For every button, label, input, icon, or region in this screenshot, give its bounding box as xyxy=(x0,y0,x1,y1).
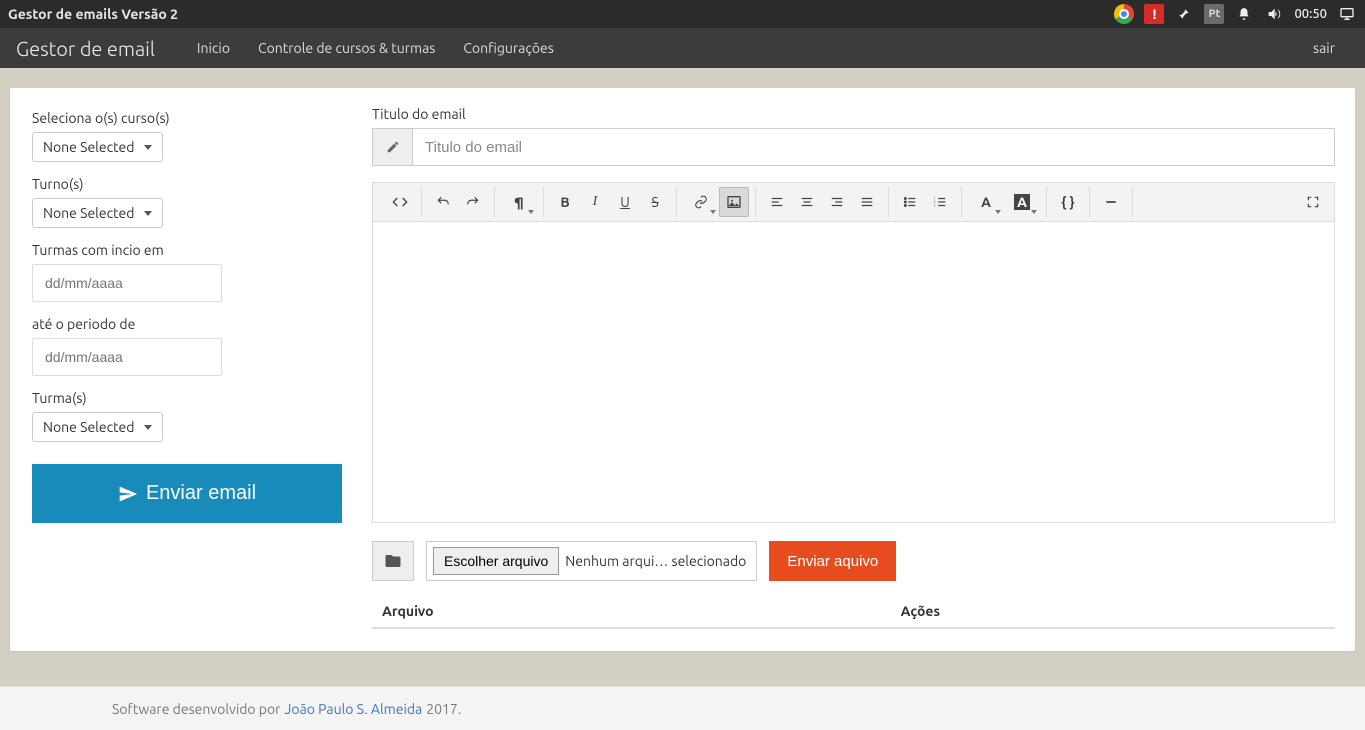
file-status: Nenhum arqui… selecionado xyxy=(565,553,746,569)
choose-file-button[interactable]: Escolher arquivo xyxy=(433,547,559,575)
strikethrough-icon[interactable]: S xyxy=(640,187,670,217)
select-cursos-value: None Selected xyxy=(43,139,134,155)
unordered-list-icon[interactable] xyxy=(895,187,925,217)
label-turmas: Turma(s) xyxy=(32,390,342,406)
editor-toolbar: ¶ B I U S xyxy=(373,183,1334,222)
align-justify-icon[interactable] xyxy=(852,187,882,217)
select-cursos[interactable]: None Selected xyxy=(32,132,163,162)
app-navbar: Gestor de email Inicio Controle de curso… xyxy=(0,28,1365,68)
footer-author-link[interactable]: João Paulo S. Almeida xyxy=(285,701,423,717)
svg-text:3: 3 xyxy=(934,204,936,208)
pin-icon[interactable] xyxy=(1174,4,1194,24)
os-top-bar: Gestor de emails Versão 2 ! Pt 00:50 xyxy=(0,0,1365,28)
chevron-down-icon xyxy=(144,211,152,216)
title-label: Titulo do email xyxy=(372,106,1335,122)
footer-prefix: Software desenvolvido por xyxy=(112,701,281,717)
nav-inicio[interactable]: Inicio xyxy=(183,28,244,68)
file-chooser[interactable]: Escolher arquivo Nenhum arqui… seleciona… xyxy=(426,541,757,581)
workspace: Seleciona o(s) curso(s) None Selected Tu… xyxy=(0,68,1365,671)
alert-icon[interactable]: ! xyxy=(1144,4,1164,24)
brand[interactable]: Gestor de email xyxy=(16,37,155,60)
ordered-list-icon[interactable]: 123 xyxy=(925,187,955,217)
email-title-input[interactable] xyxy=(412,128,1335,166)
redo-icon[interactable] xyxy=(458,187,488,217)
nav-logout[interactable]: sair xyxy=(1299,28,1349,68)
send-email-label: Enviar email xyxy=(146,482,256,505)
chrome-icon[interactable] xyxy=(1114,4,1134,24)
text-color-icon[interactable]: A xyxy=(968,187,1004,217)
footer-suffix: 2017. xyxy=(426,701,461,717)
bold-icon[interactable]: B xyxy=(550,187,580,217)
paragraph-format-icon[interactable]: ¶ xyxy=(501,187,537,217)
horizontal-rule-icon[interactable] xyxy=(1096,187,1126,217)
folder-icon xyxy=(372,541,414,581)
pencil-icon xyxy=(372,128,412,166)
bell-icon[interactable] xyxy=(1234,4,1254,24)
label-ate: até o periodo de xyxy=(32,316,342,332)
chevron-down-icon xyxy=(144,425,152,430)
paper-plane-icon xyxy=(118,484,138,504)
col-arquivo: Arquivo xyxy=(382,603,901,619)
italic-icon[interactable]: I xyxy=(580,187,610,217)
label-inicio-em: Turmas com incio em xyxy=(32,242,342,258)
footer: Software desenvolvido por João Paulo S. … xyxy=(0,686,1365,730)
volume-icon[interactable] xyxy=(1264,4,1284,24)
code-view-icon[interactable] xyxy=(385,187,415,217)
date-end-input[interactable] xyxy=(32,338,222,376)
image-icon[interactable] xyxy=(719,187,749,217)
editor-body[interactable] xyxy=(373,222,1334,522)
upload-file-button[interactable]: Enviar aquivo xyxy=(769,541,896,581)
label-cursos: Seleciona o(s) curso(s) xyxy=(32,110,342,126)
clock: 00:50 xyxy=(1294,7,1327,21)
editor-column: Titulo do email ¶ xyxy=(372,106,1335,629)
attachments-table: Arquivo Ações xyxy=(372,595,1335,629)
file-upload-row: Escolher arquivo Nenhum arqui… seleciona… xyxy=(372,541,1335,581)
undo-icon[interactable] xyxy=(428,187,458,217)
label-turnos: Turno(s) xyxy=(32,176,342,192)
system-tray: ! Pt 00:50 xyxy=(1114,4,1357,24)
rich-text-editor: ¶ B I U S xyxy=(372,182,1335,523)
language-indicator[interactable]: Pt xyxy=(1204,4,1224,24)
select-turnos[interactable]: None Selected xyxy=(32,198,163,228)
window-title: Gestor de emails Versão 2 xyxy=(8,6,178,22)
link-icon[interactable] xyxy=(683,187,719,217)
underline-icon[interactable]: U xyxy=(610,187,640,217)
align-left-icon[interactable] xyxy=(762,187,792,217)
monitor-icon[interactable] xyxy=(1337,4,1357,24)
code-block-icon[interactable]: { } xyxy=(1053,187,1083,217)
send-email-button[interactable]: Enviar email xyxy=(32,464,342,523)
chevron-down-icon xyxy=(144,145,152,150)
select-turmas[interactable]: None Selected xyxy=(32,412,163,442)
background-color-icon[interactable]: A xyxy=(1004,187,1040,217)
col-acoes: Ações xyxy=(901,603,1325,619)
fullscreen-icon[interactable] xyxy=(1298,187,1328,217)
date-start-input[interactable] xyxy=(32,264,222,302)
align-right-icon[interactable] xyxy=(822,187,852,217)
nav-config[interactable]: Configurações xyxy=(449,28,567,68)
select-turnos-value: None Selected xyxy=(43,205,134,221)
align-center-icon[interactable] xyxy=(792,187,822,217)
main-card: Seleciona o(s) curso(s) None Selected Tu… xyxy=(10,88,1355,651)
sidebar-form: Seleciona o(s) curso(s) None Selected Tu… xyxy=(32,106,342,629)
nav-controle[interactable]: Controle de cursos & turmas xyxy=(244,28,449,68)
select-turmas-value: None Selected xyxy=(43,419,134,435)
